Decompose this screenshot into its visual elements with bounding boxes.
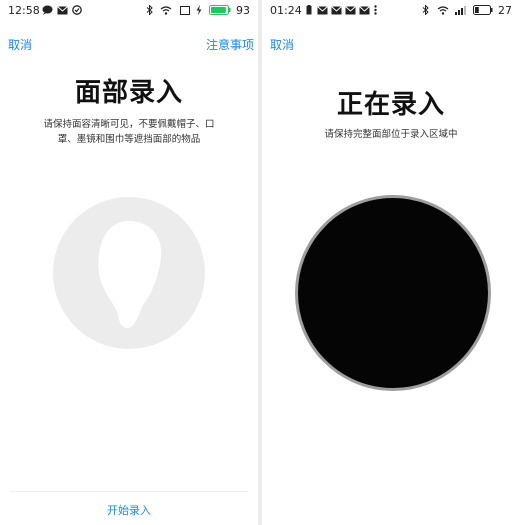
- screenshot-comparison: 12:58 93 取消 注意事项 面部录入 请保持面容清晰可见，不要佩戴帽子、口…: [0, 0, 520, 525]
- start-enroll-button[interactable]: 开始录入: [0, 502, 258, 518]
- bluetooth-icon: [146, 3, 153, 18]
- status-time: 12:58: [8, 4, 40, 17]
- screen-icon: [179, 5, 190, 18]
- divider-line: [10, 491, 248, 492]
- cancel-button[interactable]: 取消: [8, 36, 32, 53]
- mail-icon: [57, 5, 68, 18]
- cancel-button[interactable]: 取消: [270, 36, 294, 53]
- instruction-text: 请保持完整面部位于录入区域中: [324, 129, 458, 140]
- signal-icon: [455, 5, 466, 18]
- status-bar: 01:24 27: [262, 0, 520, 22]
- mail-icon: [331, 5, 342, 18]
- battery-icon: [472, 4, 493, 18]
- face-silhouette-icon: [98, 221, 162, 329]
- face-enrolling-screen: 01:24 27 取消 正在录入 请保持完整面部位于录入区域中: [262, 0, 520, 525]
- top-bar: 取消: [262, 34, 520, 54]
- face-outline-circle: [53, 197, 205, 349]
- face-enroll-intro-screen: 12:58 93 取消 注意事项 面部录入 请保持面容清晰可见，不要佩戴帽子、口…: [0, 0, 258, 525]
- mail-icon: [345, 5, 356, 18]
- status-bar: 12:58 93: [0, 0, 258, 22]
- wifi-icon: [437, 5, 449, 18]
- charging-icon: [196, 4, 202, 18]
- instruction-line-2: 罩、墨镜和围巾等遮挡面部的物品: [57, 134, 201, 145]
- wifi-icon: [160, 5, 172, 18]
- check-circle-icon: [72, 5, 82, 18]
- instruction-line-1: 请保持面容清晰可见，不要佩戴帽子、口: [43, 119, 215, 130]
- battery-small-icon: [306, 5, 312, 18]
- notes-button[interactable]: 注意事项: [206, 36, 254, 53]
- bluetooth-icon: [422, 3, 429, 18]
- top-bar: 取消 注意事项: [0, 34, 258, 54]
- camera-preview-circle: [295, 195, 491, 391]
- battery-percent: 27: [498, 4, 512, 17]
- status-right: 93: [146, 3, 250, 18]
- page-title: 面部录入: [74, 78, 183, 108]
- mail-icon: [317, 5, 328, 18]
- more-dots-icon: [374, 5, 377, 18]
- instruction-text: 请保持面容清晰可见，不要佩戴帽子、口 罩、墨镜和围巾等遮挡面部的物品: [26, 117, 232, 147]
- chat-icon: [42, 5, 53, 18]
- battery-icon: [208, 4, 231, 18]
- mail-icon: [359, 5, 370, 18]
- status-time: 01:24: [270, 4, 302, 17]
- page-title: 正在录入: [336, 90, 445, 120]
- status-right: 27: [422, 3, 512, 18]
- battery-percent: 93: [236, 4, 250, 17]
